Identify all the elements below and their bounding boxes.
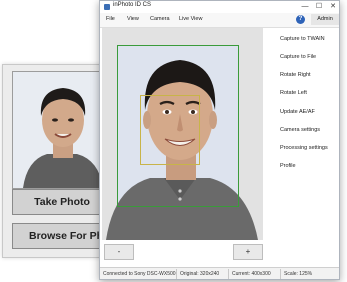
camera-settings-button[interactable]: Camera settings (280, 127, 320, 133)
app-icon (104, 4, 110, 10)
background-photo-preview (12, 71, 112, 189)
update-ae-af-button[interactable]: Update AE/AF (280, 109, 315, 115)
status-divider (280, 269, 281, 279)
portrait-image (13, 72, 111, 188)
face-detection-box (140, 95, 200, 165)
zoom-out-button[interactable]: - (104, 244, 134, 260)
zoom-in-button[interactable]: + (233, 244, 263, 260)
menu-view[interactable]: View (127, 16, 139, 22)
status-divider (228, 269, 229, 279)
minimize-icon[interactable]: — (299, 2, 311, 12)
admin-button[interactable]: Admin (311, 14, 339, 25)
take-photo-button[interactable]: Take Photo (12, 189, 112, 215)
maximize-icon[interactable]: ☐ (313, 2, 325, 12)
help-icon[interactable]: ? (296, 15, 305, 24)
background-app-panel: Take Photo Browse For Photo (2, 64, 114, 258)
menu-bar: File View Camera Live View ? Admin (100, 13, 339, 28)
status-divider (176, 269, 177, 279)
status-current: Current: 400x300 (232, 271, 271, 277)
side-menu: Capture to TWAIN Capture to File Rotate … (266, 28, 338, 240)
rotate-left-button[interactable]: Rotate Left (280, 90, 307, 96)
window-title: inPhoto ID CS (113, 2, 152, 8)
main-window: inPhoto ID CS — ☐ ✕ File View Camera Liv… (99, 0, 340, 280)
browse-for-photo-button[interactable]: Browse For Photo (12, 223, 112, 249)
status-bar: Connected to Sony DSC-WX500 Original: 32… (100, 267, 339, 279)
status-scale: Scale: 125% (284, 271, 313, 277)
capture-to-twain-button[interactable]: Capture to TWAIN (280, 36, 325, 42)
menu-file[interactable]: File (106, 16, 115, 22)
title-bar: inPhoto ID CS — ☐ ✕ (100, 1, 339, 13)
profile-button[interactable]: Profile (280, 163, 296, 169)
processing-settings-button[interactable]: Processing settings (280, 145, 328, 151)
rotate-right-button[interactable]: Rotate Right (280, 72, 311, 78)
live-view-area (102, 28, 263, 240)
menu-live-view[interactable]: Live View (179, 16, 202, 22)
close-icon[interactable]: ✕ (327, 2, 339, 12)
status-original: Original: 320x240 (180, 271, 220, 277)
capture-to-file-button[interactable]: Capture to File (280, 54, 316, 60)
menu-camera[interactable]: Camera (150, 16, 170, 22)
status-connection: Connected to Sony DSC-WX500 (103, 271, 176, 277)
